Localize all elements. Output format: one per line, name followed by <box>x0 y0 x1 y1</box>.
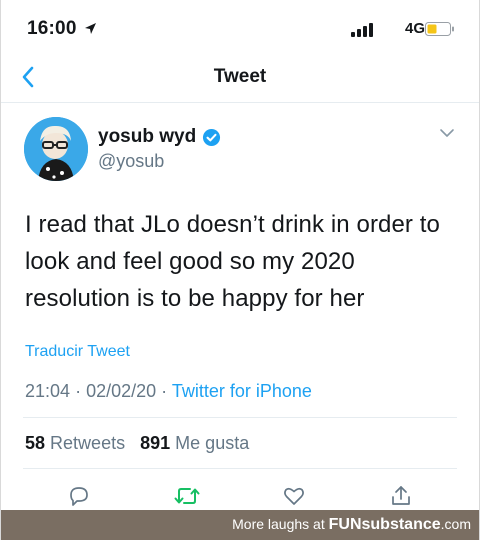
reply-icon[interactable] <box>67 484 91 508</box>
tweet-date: 02/02/20 <box>86 381 157 401</box>
verified-badge-icon <box>203 128 221 146</box>
meta-separator: · <box>161 381 168 401</box>
retweets-stat[interactable]: 58 Retweets <box>25 433 125 453</box>
likes-count: 891 <box>140 433 171 453</box>
retweet-icon[interactable] <box>174 484 200 508</box>
retweets-label: Retweets <box>50 433 126 453</box>
divider <box>23 417 457 418</box>
tweet-time: 21:04 <box>25 381 71 401</box>
battery-icon <box>425 22 454 36</box>
network-type: 4G <box>404 20 425 37</box>
watermark-brand: FUNsubstance <box>328 516 441 533</box>
status-bar: 16:00 4G <box>27 14 457 44</box>
retweets-count: 58 <box>25 433 46 453</box>
location-arrow-icon <box>85 23 96 34</box>
status-time: 16:00 <box>27 18 77 39</box>
like-heart-icon[interactable] <box>282 484 306 508</box>
watermark-prefix: More laughs at <box>232 516 329 532</box>
watermark-text: More laughs at FUNsubstance.com <box>232 516 471 534</box>
author-name[interactable]: yosub wyd <box>98 126 196 148</box>
translate-link[interactable]: Traducir Tweet <box>25 343 130 361</box>
likes-stat[interactable]: 891 Me gusta <box>140 433 249 453</box>
divider <box>23 468 457 469</box>
engagement-stats: 58 Retweets 891 Me gusta <box>25 433 249 454</box>
tweet-source-link[interactable]: Twitter for iPhone <box>172 381 312 401</box>
tweet-text: I read that JLo doesn’t drink in order t… <box>25 211 441 312</box>
watermark-banner: More laughs at FUNsubstance.com <box>1 510 479 540</box>
author-handle[interactable]: @yosub <box>98 151 164 172</box>
page-title: Tweet <box>213 66 267 87</box>
avatar[interactable] <box>24 117 88 181</box>
chevron-down-icon[interactable] <box>439 128 455 138</box>
action-bar <box>1 484 479 508</box>
avatar-illustration <box>24 117 88 181</box>
author-row[interactable]: yosub wyd <box>98 126 221 148</box>
watermark-domain: .com <box>440 516 471 532</box>
navigation-bar: Tweet <box>1 54 479 103</box>
meta-separator: · <box>75 381 82 401</box>
cellular-signal-icon <box>351 23 373 37</box>
tweet-meta: 21:04 · 02/02/20 · Twitter for iPhone <box>25 381 312 402</box>
screen-frame: 16:00 4G Tweet yosub wyd @yosub I read t… <box>0 0 480 540</box>
share-icon[interactable] <box>389 484 413 508</box>
likes-label: Me gusta <box>175 433 250 453</box>
